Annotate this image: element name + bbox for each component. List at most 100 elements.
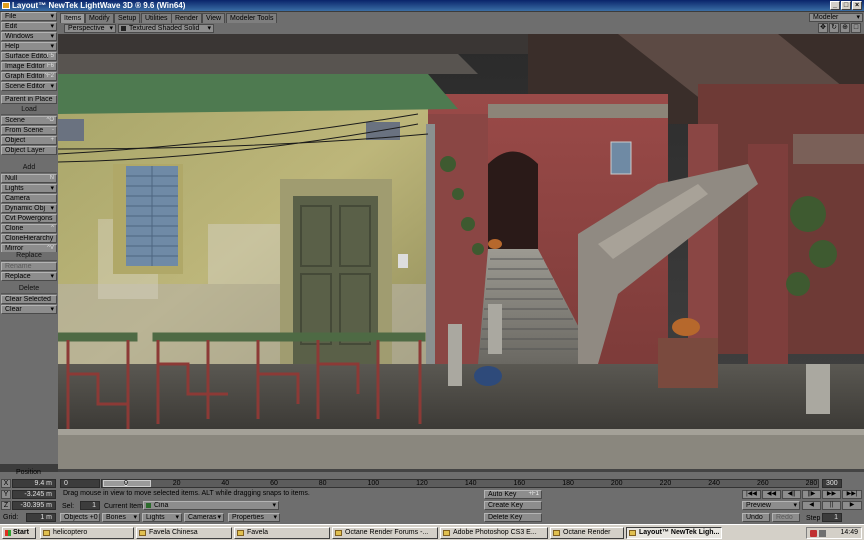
go-to-end-button[interactable]: ▶▶| bbox=[842, 490, 862, 499]
volume-icon[interactable] bbox=[819, 530, 826, 537]
scene-editor-button[interactable]: Scene Editor bbox=[1, 82, 57, 91]
object-layer-button[interactable]: Object Layer bbox=[1, 146, 57, 155]
null-button[interactable]: Null N bbox=[1, 174, 57, 183]
taskbar-item[interactable]: Octane Render bbox=[550, 527, 624, 539]
maximize-button[interactable]: □ bbox=[841, 1, 851, 10]
edit-button[interactable]: Edit bbox=[1, 22, 57, 31]
current-item-label: Current Item bbox=[104, 503, 143, 510]
timeline-tick-label: 100 bbox=[367, 480, 380, 487]
clear-button[interactable]: Clear bbox=[1, 305, 57, 314]
help-button[interactable]: Help bbox=[1, 42, 57, 51]
step-field[interactable]: 1 bbox=[822, 513, 842, 522]
taskbar-item[interactable]: Adobe Photoshop CS3 E... bbox=[440, 527, 548, 539]
taskbar-item[interactable]: Favela Chinesa bbox=[136, 527, 232, 539]
y-axis-button[interactable]: Y bbox=[1, 490, 11, 499]
tab-utilities[interactable]: Utilities bbox=[141, 13, 172, 23]
properties-button[interactable]: Properties bbox=[228, 513, 280, 522]
dynamic-obj-button[interactable]: Dynamic Obj bbox=[1, 204, 57, 213]
surface-editor-button[interactable]: Surface Editor F5 bbox=[1, 52, 57, 61]
scene-shortcut: ^O bbox=[46, 117, 54, 123]
tab-render[interactable]: Render bbox=[171, 13, 202, 23]
undo-button[interactable]: Undo bbox=[742, 513, 770, 522]
scene-button[interactable]: Scene ^O bbox=[1, 116, 57, 125]
image-editor-button[interactable]: Image Editor F6 bbox=[1, 62, 57, 71]
lights-button[interactable]: Lights bbox=[1, 184, 57, 193]
preview-dropdown[interactable]: Preview bbox=[742, 501, 800, 510]
scene-editor-label: Scene Editor bbox=[5, 83, 46, 90]
rotate-icon[interactable]: ↻ bbox=[829, 23, 839, 33]
bones-button[interactable]: Bones bbox=[102, 513, 140, 522]
clonehierarchy-button[interactable]: CloneHierarchy bbox=[1, 234, 57, 243]
window-title-bar: Layout™ NewTek LightWave 3D ® 9.6 (Win64… bbox=[0, 0, 864, 11]
next-key-button[interactable]: ▶▶ bbox=[822, 490, 841, 499]
auto-key-button[interactable]: Auto Key +F1 bbox=[484, 490, 542, 499]
tab-setup[interactable]: Setup bbox=[114, 13, 141, 23]
current-item-select[interactable]: Cina bbox=[143, 501, 279, 510]
timeline-tick-label: 260 bbox=[756, 480, 769, 487]
object-shortcut: + bbox=[50, 137, 54, 143]
pause-button[interactable]: || bbox=[822, 501, 841, 510]
create-key-button[interactable]: Create Key bbox=[484, 501, 542, 510]
object-button[interactable]: Object + bbox=[1, 136, 57, 145]
delete-key-button[interactable]: Delete Key bbox=[484, 513, 542, 522]
app-icon bbox=[237, 530, 244, 536]
parent-in-place-button[interactable]: Parent in Place bbox=[1, 95, 57, 104]
taskbar-item[interactable]: Layout™ NewTek Ligh... bbox=[626, 527, 722, 539]
previous-key-button[interactable]: ◀◀ bbox=[762, 490, 781, 499]
next-frame-button[interactable]: ||▶ bbox=[802, 490, 821, 499]
perspective-viewport[interactable] bbox=[58, 34, 864, 472]
help-label: Help bbox=[5, 43, 20, 50]
tab-view[interactable]: View bbox=[202, 13, 226, 23]
taskbar-item[interactable]: Favela bbox=[234, 527, 330, 539]
timeline-tick-label: 160 bbox=[513, 480, 526, 487]
end-frame-field[interactable]: 300 bbox=[822, 479, 842, 488]
play-forward-button[interactable]: ▶ bbox=[842, 501, 862, 510]
view-mode-select[interactable]: Perspective bbox=[64, 24, 116, 33]
previous-frame-button[interactable]: ◀|| bbox=[782, 490, 801, 499]
from-scene-button[interactable]: From Scene - bbox=[1, 126, 57, 135]
start-frame-field[interactable]: 0 bbox=[60, 479, 100, 488]
windows-button[interactable]: Windows bbox=[1, 32, 57, 41]
cvt-powergons-button[interactable]: Cvt Powergons bbox=[1, 214, 57, 223]
grid-label: Grid: bbox=[3, 514, 19, 521]
sel-count: 1 bbox=[80, 501, 100, 510]
redo-button[interactable]: Redo bbox=[772, 513, 800, 522]
z-axis-button[interactable]: Z bbox=[1, 501, 11, 510]
x-axis-button[interactable]: X bbox=[1, 479, 11, 488]
zoom-icon[interactable]: ⊕ bbox=[840, 23, 850, 33]
windows-taskbar: Start 14:49 helicoptero Favela Chinesa Fav… bbox=[0, 524, 864, 540]
app-icon bbox=[553, 530, 560, 536]
minimize-button[interactable]: _ bbox=[830, 1, 840, 10]
go-to-start-button[interactable]: |◀◀ bbox=[742, 490, 761, 499]
grid-size-field[interactable]: 1 m bbox=[26, 513, 56, 522]
shading-mode-select[interactable]: Textured Shaded Solid bbox=[118, 24, 214, 33]
move-icon[interactable]: ✥ bbox=[818, 23, 828, 33]
tray-icon[interactable] bbox=[810, 530, 817, 537]
timeline-slider[interactable]: 0 0 20 40 60 80 100 120 140 160 180 200 220 240 260 28… bbox=[101, 479, 819, 488]
left-toolbar: FileEditWindows Help Surface EditorF5Image… bbox=[0, 12, 58, 464]
app-icon bbox=[139, 530, 146, 536]
lights-button[interactable]: Lights bbox=[142, 513, 182, 522]
modeler-switch-dropdown[interactable]: Modeler bbox=[809, 13, 863, 22]
clone-button[interactable]: Clone ^ bbox=[1, 224, 57, 233]
z-position-field[interactable]: -30.395 m bbox=[12, 501, 56, 510]
objects-button[interactable]: Objects +0 bbox=[60, 513, 100, 522]
camera-button[interactable]: Camera bbox=[1, 194, 57, 203]
play-backward-button[interactable]: ◀ bbox=[802, 501, 821, 510]
tab-modify[interactable]: Modify bbox=[85, 13, 114, 23]
start-button[interactable]: Start bbox=[2, 527, 36, 539]
close-button[interactable]: × bbox=[852, 1, 862, 10]
taskbar-item[interactable]: helicoptero bbox=[40, 527, 134, 539]
file-button[interactable]: File bbox=[1, 12, 57, 21]
graph-editor-button[interactable]: Graph Editor ^F2 bbox=[1, 72, 57, 81]
tab-modeler-tools[interactable]: Modeler Tools bbox=[226, 13, 278, 23]
y-position-field[interactable]: -3.245 m bbox=[12, 490, 56, 499]
tab-items[interactable]: Items bbox=[60, 13, 86, 23]
replace-button[interactable]: Replace bbox=[1, 272, 57, 281]
x-position-field[interactable]: 9.4 m bbox=[12, 479, 56, 488]
taskbar-item[interactable]: Octane Render Forums -... bbox=[332, 527, 438, 539]
rename-button[interactable]: Rename bbox=[1, 262, 57, 271]
cameras-button[interactable]: Cameras bbox=[184, 513, 224, 522]
maximize-icon[interactable]: □ bbox=[851, 23, 861, 33]
clear-selected-button[interactable]: Clear Selected bbox=[1, 295, 57, 304]
